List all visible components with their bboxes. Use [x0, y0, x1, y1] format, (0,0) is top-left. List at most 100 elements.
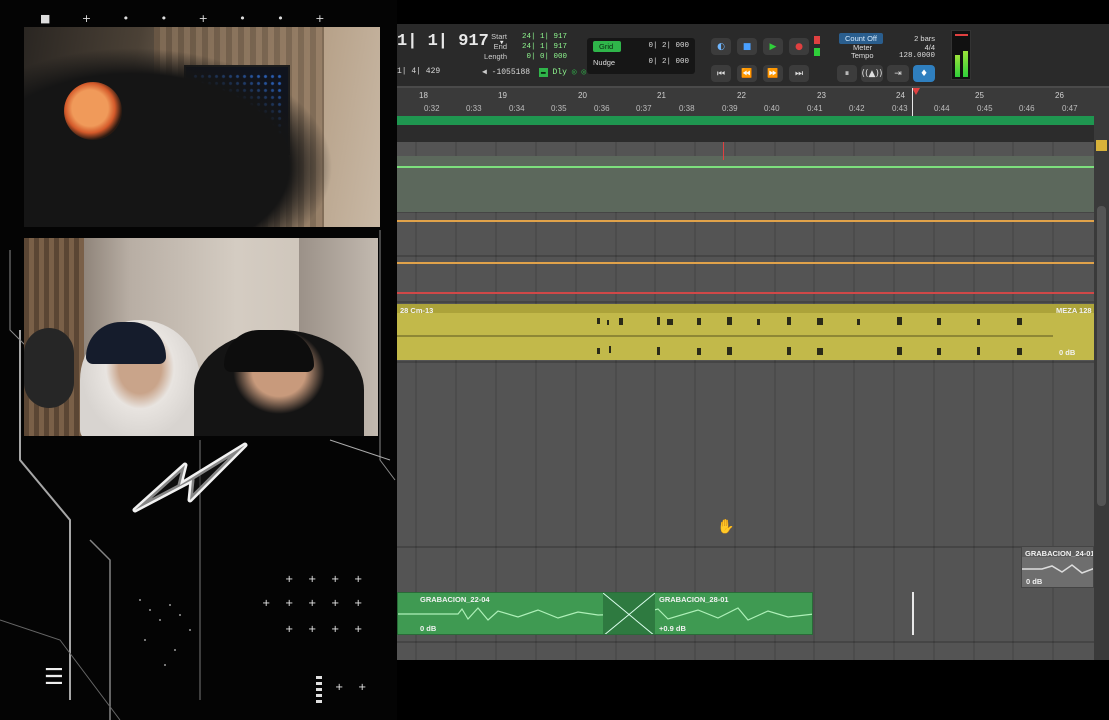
scrollbar-thumb[interactable] — [1097, 206, 1106, 506]
grid-value[interactable]: 0| 2| 000 — [648, 42, 689, 50]
svg-text:+: + — [354, 624, 362, 635]
offset-value: -1055188 — [491, 68, 531, 77]
zoom-toggle-icon[interactable] — [1096, 140, 1107, 151]
svg-text:+: + — [331, 624, 339, 635]
rtz-icon[interactable]: ⏮ — [711, 65, 731, 82]
playhead-marker-icon[interactable] — [912, 88, 920, 95]
clip-waveform — [1022, 564, 1093, 574]
audio-clip-meza[interactable]: MEZA 128 0 dB — [1053, 304, 1094, 360]
goto-end-icon[interactable]: ⏭ — [789, 65, 809, 82]
nudge-value[interactable]: 0| 2| 000 — [648, 58, 689, 66]
start-value[interactable]: 24| 1| 917 — [517, 33, 567, 41]
playhead-line — [723, 142, 724, 160]
tempo-label: Tempo — [851, 51, 874, 60]
metronome-icon[interactable]: ⏸ — [837, 65, 857, 82]
online-icon[interactable]: ◐ — [711, 38, 731, 55]
bar-marker: 19 — [498, 91, 507, 100]
crossfade-icon[interactable] — [603, 593, 655, 635]
bar-marker: 21 — [657, 91, 666, 100]
track-area[interactable]: 28 Cm-13 MEZA 128 0 dB GRABACION_22-04 0… — [397, 142, 1094, 660]
headphone-earcup — [64, 82, 122, 140]
svg-text:+: + — [335, 682, 343, 693]
time-marker: 0:34 — [509, 104, 525, 113]
svg-text:+: + — [354, 574, 362, 585]
microphone — [24, 328, 74, 408]
clip-name: GRABACION_24-01 — [1025, 549, 1094, 558]
bar-marker: 24 — [896, 91, 905, 100]
record-icon[interactable]: ● — [789, 38, 809, 55]
automation-line-orange-2[interactable] — [397, 262, 1094, 264]
svg-text:+: + — [262, 598, 270, 609]
audio-clip-grabacion-22-04[interactable]: GRABACION_22-04 0 dB GRABACION_28-01 +0.… — [397, 592, 813, 635]
automation-line-red[interactable] — [397, 292, 1094, 294]
daw-edit-window: 1| 1| 917 ▾ 1| 4| 429 Start 24| 1| 917 E… — [397, 24, 1109, 660]
svg-text:+: + — [354, 598, 362, 609]
vertical-scrollbar[interactable] — [1094, 116, 1109, 660]
conductor-icon[interactable]: ♦ — [913, 65, 935, 82]
volume-automation-line[interactable] — [397, 166, 1094, 168]
bar-marker: 25 — [975, 91, 984, 100]
nudge-label[interactable]: Nudge — [593, 58, 615, 67]
hand-cursor-icon: ✋ — [717, 519, 735, 535]
webcam-feed-bottom — [24, 238, 378, 436]
sync-icon[interactable]: ▬ — [538, 68, 548, 77]
time-marker: 0:44 — [934, 104, 950, 113]
rewind-icon[interactable]: ⏪ — [737, 65, 757, 82]
audio-clip-beat[interactable]: 28 Cm-13 — [397, 304, 1053, 360]
automation-line-orange[interactable] — [397, 220, 1094, 222]
end-label: End — [493, 42, 507, 51]
stream-overlay: + + + + + + + + + + + + + + + ■ + • • + • • + ☰ — [0, 0, 397, 720]
selection-panel: Start 24| 1| 917 End 24| 1| 917 Length 0… — [477, 32, 569, 65]
bar-marker: 26 — [1055, 91, 1064, 100]
tempo-ruler-strip[interactable] — [397, 116, 1094, 125]
clip-gain[interactable]: 0 dB — [420, 624, 436, 633]
speaker-icon: ◀ — [482, 68, 487, 77]
main-counter-value: 1| 1| 917 — [397, 32, 489, 51]
stop-icon[interactable]: ■ — [737, 38, 757, 55]
time-marker: 0:33 — [466, 104, 482, 113]
automation-lane-volume[interactable] — [397, 156, 1094, 212]
count-meter-tempo-panel: Count Off 2 bars Meter 4/4 Tempo 128.000… — [833, 33, 939, 63]
meter-value[interactable]: 4/4 — [925, 43, 935, 52]
start-label: Start — [491, 32, 507, 41]
clip-gain[interactable]: 0 dB — [1026, 577, 1042, 586]
marker-ruler[interactable] — [397, 125, 1094, 142]
time-marker: 0:47 — [1062, 104, 1078, 113]
clip-gain[interactable]: +0.9 dB — [659, 624, 686, 633]
play-indicator — [814, 48, 820, 56]
grid-nudge-panel: Grid 0| 2| 000 Nudge 0| 2| 000 — [587, 38, 695, 74]
play-icon[interactable]: ▶ — [763, 38, 783, 55]
fast-forward-icon[interactable]: ⏩ — [763, 65, 783, 82]
end-value[interactable]: 24| 1| 917 — [517, 43, 567, 51]
timeline-ruler[interactable]: 18 19 20 21 22 23 24 25 26 0:32 0:33 0:3… — [397, 88, 1109, 116]
cap — [86, 322, 166, 364]
time-marker: 0:38 — [679, 104, 695, 113]
time-marker: 0:43 — [892, 104, 908, 113]
sub-counter: 1| 4| 429 — [397, 67, 441, 76]
time-marker: 0:32 — [424, 104, 440, 113]
time-marker: 0:37 — [636, 104, 652, 113]
count-bars-value[interactable]: 2 bars — [914, 34, 935, 43]
menu-icon: ☰ — [44, 665, 64, 690]
record-indicator — [814, 36, 820, 44]
person-silhouette — [24, 47, 334, 227]
clip-name: MEZA 128 — [1056, 306, 1092, 315]
clip-name: GRABACION_28-01 — [659, 595, 729, 604]
grid-toggle[interactable]: Grid — [593, 41, 622, 52]
edit-insertion-marker — [912, 88, 913, 116]
time-marker: 0:39 — [722, 104, 738, 113]
length-value[interactable]: 0| 0| 000 — [517, 53, 567, 61]
level-bar-left — [955, 55, 960, 77]
svg-text:+: + — [285, 624, 293, 635]
tempo-value[interactable]: 128.0000 — [899, 52, 935, 60]
time-marker: 0:41 — [807, 104, 823, 113]
master-level-meter — [951, 30, 971, 80]
svg-text:+: + — [358, 682, 366, 693]
wait-for-note-icon[interactable]: ⇥ — [887, 65, 909, 82]
midi-merge-icon[interactable]: ((▲)) — [861, 65, 883, 82]
svg-text:+: + — [308, 574, 316, 585]
svg-text:+: + — [285, 574, 293, 585]
audio-clip-grabacion-24-01[interactable]: GRABACION_24-01 0 dB — [1021, 546, 1094, 588]
clip-gain[interactable]: 0 dB — [1059, 348, 1075, 357]
delay-toggle[interactable]: Dly — [552, 68, 566, 77]
